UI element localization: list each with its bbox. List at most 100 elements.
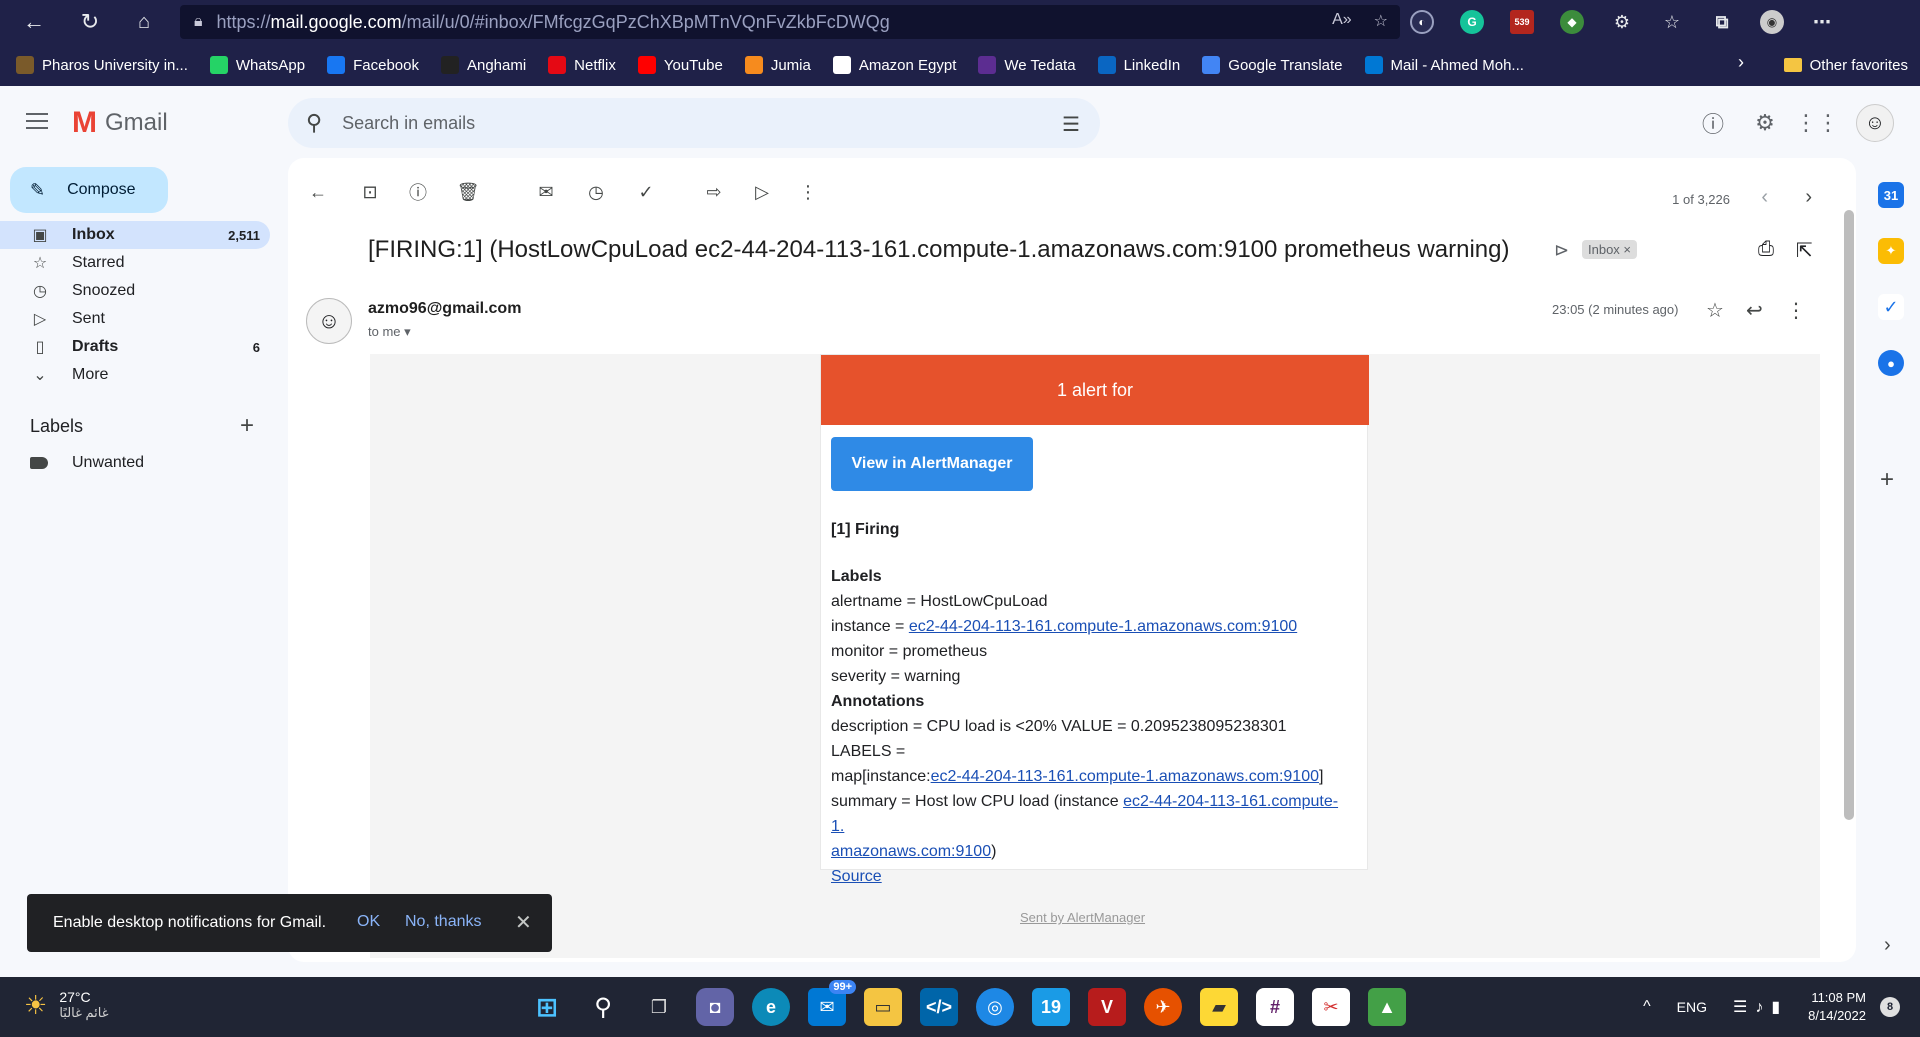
favorite-item[interactable]: Mail - Ahmed Moh...	[1364, 56, 1524, 74]
summary-instance-link-part2[interactable]: amazonaws.com:9100	[831, 843, 991, 860]
extensions-puzzle-icon[interactable]: ⚙	[1610, 10, 1634, 34]
home-icon[interactable]: ⌂	[122, 0, 166, 44]
newer-icon[interactable]: ‹	[1761, 186, 1768, 209]
collections-icon[interactable]: ⧉	[1710, 10, 1734, 34]
keep-icon[interactable]: ✦	[1878, 238, 1904, 264]
star-icon[interactable]: ☆	[1706, 298, 1724, 323]
compose-button[interactable]: ✎ Compose	[10, 167, 168, 213]
main-menu-icon[interactable]	[26, 113, 48, 134]
favorite-item[interactable]: We Tedata	[978, 56, 1076, 74]
message-more-icon[interactable]: ⋮	[1786, 298, 1806, 323]
label-icon[interactable]: ▷	[750, 180, 774, 204]
sender-email[interactable]: azmo96@gmail.com	[368, 300, 521, 318]
close-icon[interactable]: ✕	[515, 910, 532, 935]
report-spam-icon[interactable]: ⓘ	[406, 180, 430, 204]
sidebar-item-more[interactable]: ⌄ More	[0, 361, 270, 389]
create-label-icon[interactable]: +	[240, 412, 254, 440]
mark-unread-icon[interactable]: ✉	[534, 180, 558, 204]
inbox-label-chip[interactable]: Inbox ×	[1582, 240, 1638, 259]
add-task-icon[interactable]: ✓	[634, 180, 658, 204]
favorite-item[interactable]: YouTube	[637, 56, 723, 74]
language-indicator[interactable]: ENG	[1677, 999, 1707, 1015]
sidebar-item-starred[interactable]: ☆ Starred	[0, 249, 270, 277]
app-icon-blue-circle[interactable]: ◎	[976, 988, 1014, 1026]
print-icon[interactable]: ⎙	[1758, 238, 1774, 261]
sticky-notes-icon[interactable]: ▰	[1200, 988, 1238, 1026]
profile-avatar[interactable]: ◉	[1760, 10, 1784, 34]
label-item-unwanted[interactable]: Unwanted	[30, 454, 144, 472]
search-icon[interactable]: ⚲	[584, 988, 622, 1026]
address-bar[interactable]: 🔒︎ https://mail.google.com/mail/u/0/#inb…	[180, 5, 1400, 39]
extension-badge-icon[interactable]: 539	[1510, 10, 1534, 34]
calendar-icon[interactable]: 31	[1878, 182, 1904, 208]
more-options-icon[interactable]: ⋮	[796, 180, 820, 204]
sidebar-item-snoozed[interactable]: ◷ Snoozed	[0, 277, 270, 305]
start-icon[interactable]: ⊞	[528, 988, 566, 1026]
scrollbar[interactable]	[1844, 210, 1854, 820]
favorite-item[interactable]: Facebook	[327, 56, 419, 74]
tasks-icon[interactable]: ✓	[1878, 294, 1904, 320]
apps-grid-icon[interactable]: ⋮⋮	[1795, 110, 1839, 136]
vscode-icon[interactable]: </>	[920, 988, 958, 1026]
search-bar[interactable]: ⚲ Search in emails ☰	[288, 98, 1100, 148]
refresh-icon[interactable]: ↻	[68, 0, 112, 44]
task-view-icon[interactable]: ❐	[640, 988, 678, 1026]
hide-panel-icon[interactable]: ›	[1884, 934, 1891, 957]
network-volume-battery-icons[interactable]: ☰♪▮	[1733, 997, 1788, 1017]
app-icon-orange[interactable]: ✈	[1144, 988, 1182, 1026]
sidebar-item-inbox[interactable]: ▣ Inbox 2,511	[0, 221, 270, 249]
snooze-icon[interactable]: ◷	[584, 180, 608, 204]
contacts-icon[interactable]: ●	[1878, 350, 1904, 376]
notification-count[interactable]: 8	[1880, 997, 1900, 1017]
extension-icon[interactable]: ◆	[1560, 10, 1584, 34]
reply-icon[interactable]: ↩	[1746, 298, 1763, 323]
favorite-item[interactable]: LinkedIn	[1097, 56, 1180, 74]
description-instance-link[interactable]: ec2-44-204-113-161.compute-1.amazonaws.c…	[931, 768, 1319, 785]
snipping-tool-icon[interactable]: ✂	[1312, 988, 1350, 1026]
mail-app-icon[interactable]: ✉ 99+	[808, 980, 856, 1026]
grammarly-icon[interactable]: G	[1460, 10, 1484, 34]
favorite-item[interactable]: WhatsApp	[209, 56, 305, 74]
settings-gear-icon[interactable]: ⚙	[1752, 110, 1778, 136]
search-options-icon[interactable]: ☰	[1062, 112, 1080, 137]
favorite-item[interactable]: Pharos University in...	[16, 56, 188, 74]
get-addons-icon[interactable]: +	[1880, 466, 1894, 494]
add-favorite-icon[interactable]: ☆	[1374, 11, 1388, 31]
favorite-item[interactable]: Netflix	[548, 56, 616, 74]
other-favorites[interactable]: Other favorites	[1783, 44, 1908, 86]
delete-icon[interactable]: 🗑︎	[456, 180, 480, 204]
open-new-window-icon[interactable]: ⇱	[1796, 238, 1813, 263]
older-icon[interactable]: ›	[1805, 186, 1812, 209]
edge-icon[interactable]: e	[752, 988, 790, 1026]
snackbar-ok-button[interactable]: OK	[357, 913, 380, 931]
snackbar-no-thanks-button[interactable]: No, thanks	[405, 913, 481, 931]
archive-icon[interactable]: ⊡	[358, 180, 382, 204]
importance-marker-icon[interactable]: ⊳	[1554, 240, 1569, 261]
sent-by-link[interactable]: Sent by AlertManager	[1020, 910, 1145, 925]
slack-icon[interactable]: #	[1256, 988, 1294, 1026]
favorites-overflow-icon[interactable]: ›	[1738, 52, 1744, 73]
favorite-item[interactable]: Google Translate	[1202, 56, 1343, 74]
sidebar-item-sent[interactable]: ▷ Sent	[0, 305, 270, 333]
back-to-inbox-icon[interactable]: ←	[306, 180, 330, 204]
favorite-item[interactable]: Anghami	[440, 56, 526, 74]
back-icon[interactable]: ←	[12, 0, 56, 44]
favorite-item[interactable]: Amazon Egypt	[832, 56, 956, 74]
recipient-details[interactable]: to me ▾	[368, 324, 411, 340]
show-hidden-icons-icon[interactable]: ^	[1643, 998, 1651, 1016]
sender-avatar[interactable]: ☺	[306, 298, 352, 344]
teams-chat-icon[interactable]: ◘	[696, 988, 734, 1026]
browser-menu-icon[interactable]: ⋯	[1810, 10, 1834, 34]
instance-link[interactable]: ec2-44-204-113-161.compute-1.amazonaws.c…	[909, 618, 1297, 635]
chevron-down-icon[interactable]: ▾	[404, 324, 411, 339]
move-to-icon[interactable]: ⇨	[702, 180, 726, 204]
sidebar-item-drafts[interactable]: ▯ Drafts 6	[0, 333, 270, 361]
extension-icon[interactable]: ◐	[1410, 10, 1434, 34]
read-aloud-icon[interactable]: A»	[1332, 11, 1352, 31]
app-icon-19[interactable]: 19	[1032, 988, 1070, 1026]
favorites-icon[interactable]: ☆	[1660, 10, 1684, 34]
source-link[interactable]: Source	[831, 868, 882, 885]
gmail-logo[interactable]: M Gmail	[72, 106, 168, 140]
weather-widget[interactable]: ☀ 27°C غائم غالبًا	[24, 989, 109, 1021]
account-avatar[interactable]: ☺	[1856, 104, 1894, 142]
